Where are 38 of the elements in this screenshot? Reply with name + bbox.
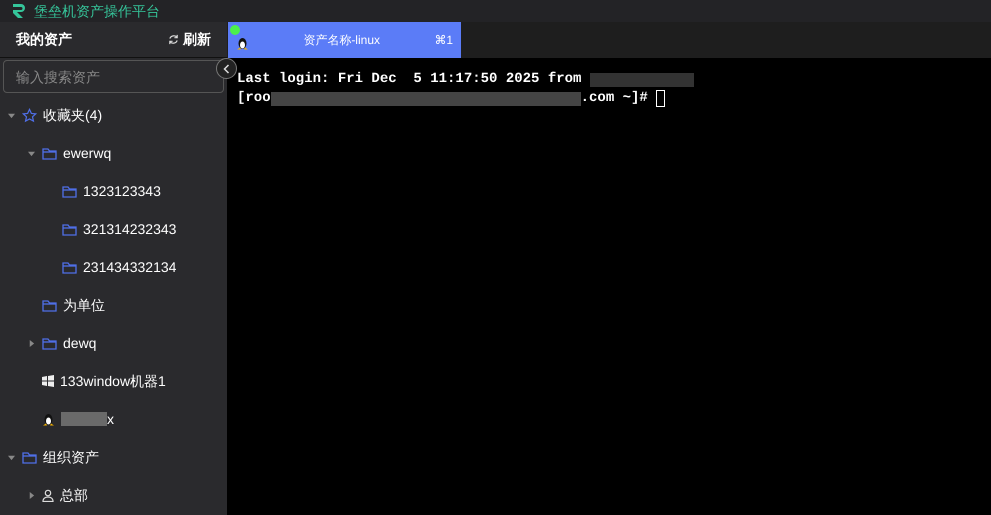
folder-icon: [62, 222, 77, 236]
search-field[interactable]: 输入搜索资产: [3, 60, 224, 93]
tree-item[interactable]: 321314232343: [0, 210, 227, 248]
tree-item[interactable]: x: [0, 400, 227, 438]
refresh-button[interactable]: 刷新: [168, 29, 211, 50]
tree-item[interactable]: ewerwq: [0, 134, 227, 172]
caret-down-icon[interactable]: [28, 150, 34, 156]
tree-item[interactable]: 组织资产: [0, 438, 227, 476]
folder-icon: [62, 184, 77, 198]
folder-icon: [42, 336, 57, 350]
folder-icon: [42, 146, 57, 160]
folder-icon: [22, 450, 37, 464]
penguin-icon: [236, 36, 249, 50]
tree-item[interactable]: dewq: [0, 324, 227, 362]
caret-down-icon[interactable]: [8, 454, 14, 460]
cursor: [656, 90, 666, 107]
caret-right-icon[interactable]: [28, 340, 34, 346]
tree-item[interactable]: 收藏夹(4): [0, 96, 227, 134]
refresh-icon: [168, 34, 179, 45]
tree-item[interactable]: 231434332134: [0, 248, 227, 286]
chevron-left-icon: [223, 64, 230, 74]
app-title: 堡垒机资产操作平台: [34, 2, 160, 20]
tree-item[interactable]: 为单位: [0, 286, 227, 324]
person-icon: [42, 488, 54, 502]
tree-item[interactable]: 133window机器1: [0, 362, 227, 400]
tree-item[interactable]: 总部: [0, 476, 227, 514]
logo-icon: [12, 3, 26, 19]
penguin-icon: [42, 412, 55, 426]
shortcut-hint: ⌘1: [434, 32, 453, 49]
windows-icon: [42, 375, 54, 387]
tree-item[interactable]: 1323123343: [0, 172, 227, 210]
folder-icon: [62, 260, 77, 274]
folder-icon: [42, 298, 57, 312]
star-icon: [22, 108, 37, 122]
terminal-tab[interactable]: 资产名称-linux ⌘1: [228, 22, 461, 58]
sidebar-title: 我的资产: [16, 30, 72, 49]
caret-right-icon[interactable]: [28, 492, 34, 498]
caret-down-icon[interactable]: [8, 112, 14, 118]
